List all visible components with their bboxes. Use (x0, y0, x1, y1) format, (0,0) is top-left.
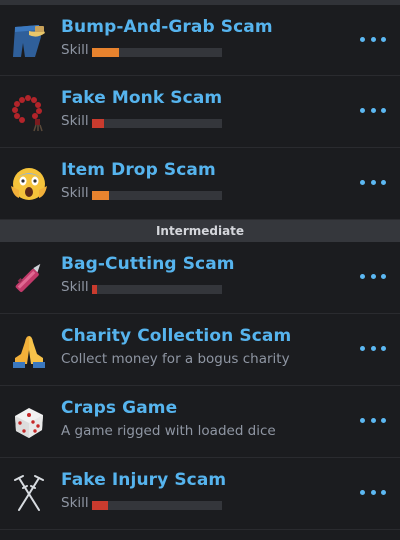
skill-label: Skill (61, 495, 89, 511)
more-options-button[interactable] (360, 266, 386, 286)
item-title: Bump-And-Grab Scam (61, 17, 273, 37)
skill-label: Skill (61, 42, 89, 58)
skill-label: Skill (61, 185, 89, 201)
more-options-button[interactable] (360, 100, 386, 120)
item-title: Craps Game (61, 398, 178, 418)
item-title: Charity Collection Scam (61, 326, 292, 346)
skill-bar (92, 48, 222, 57)
more-options-button[interactable] (360, 410, 386, 430)
skill-bar-fill (92, 119, 104, 128)
prayer-beads-icon (9, 92, 49, 132)
skill-bar-fill (92, 191, 109, 200)
more-options-button[interactable] (360, 172, 386, 192)
more-options-button[interactable] (360, 338, 386, 358)
dice-icon (9, 402, 49, 442)
item-title: Fake Monk Scam (61, 88, 223, 108)
list-item-bump-and-grab[interactable]: Bump-And-Grab Scam Skill (0, 5, 400, 76)
list-item-item-drop[interactable]: Item Drop Scam Skill (0, 148, 400, 220)
skill-bar (92, 119, 222, 128)
item-description: A game rigged with loaded dice (61, 423, 276, 439)
list-item-charity-collection[interactable]: Charity Collection Scam Collect money fo… (0, 314, 400, 386)
skill-bar (92, 191, 222, 200)
screaming-face-icon (9, 164, 49, 204)
scam-list-screen: Bump-And-Grab Scam Skill Fake Monk Scam … (0, 0, 400, 540)
item-description: Collect money for a bogus charity (61, 351, 290, 367)
list-item-bag-cutting[interactable]: Bag-Cutting Scam Skill (0, 242, 400, 314)
item-title: Fake Injury Scam (61, 470, 227, 490)
skill-label: Skill (61, 113, 89, 129)
skill-bar (92, 501, 222, 510)
skill-bar-fill (92, 48, 120, 57)
item-title: Bag-Cutting Scam (61, 254, 235, 274)
skill-label: Skill (61, 279, 89, 295)
list-item-craps-game[interactable]: Craps Game A game rigged with loaded dic… (0, 386, 400, 458)
praying-hands-icon (9, 330, 49, 370)
more-options-button[interactable] (360, 482, 386, 502)
crutches-icon (9, 474, 49, 514)
list-item-fake-injury[interactable]: Fake Injury Scam Skill (0, 458, 400, 530)
section-header-intermediate: Intermediate (0, 220, 400, 242)
list-item-fake-monk[interactable]: Fake Monk Scam Skill (0, 76, 400, 148)
more-options-button[interactable] (360, 29, 386, 49)
skill-bar-fill (92, 285, 98, 294)
skill-bar (92, 285, 222, 294)
box-cutter-icon (9, 258, 49, 298)
jeans-pocket-icon (9, 21, 49, 61)
item-title: Item Drop Scam (61, 160, 216, 180)
skill-bar-fill (92, 501, 108, 510)
